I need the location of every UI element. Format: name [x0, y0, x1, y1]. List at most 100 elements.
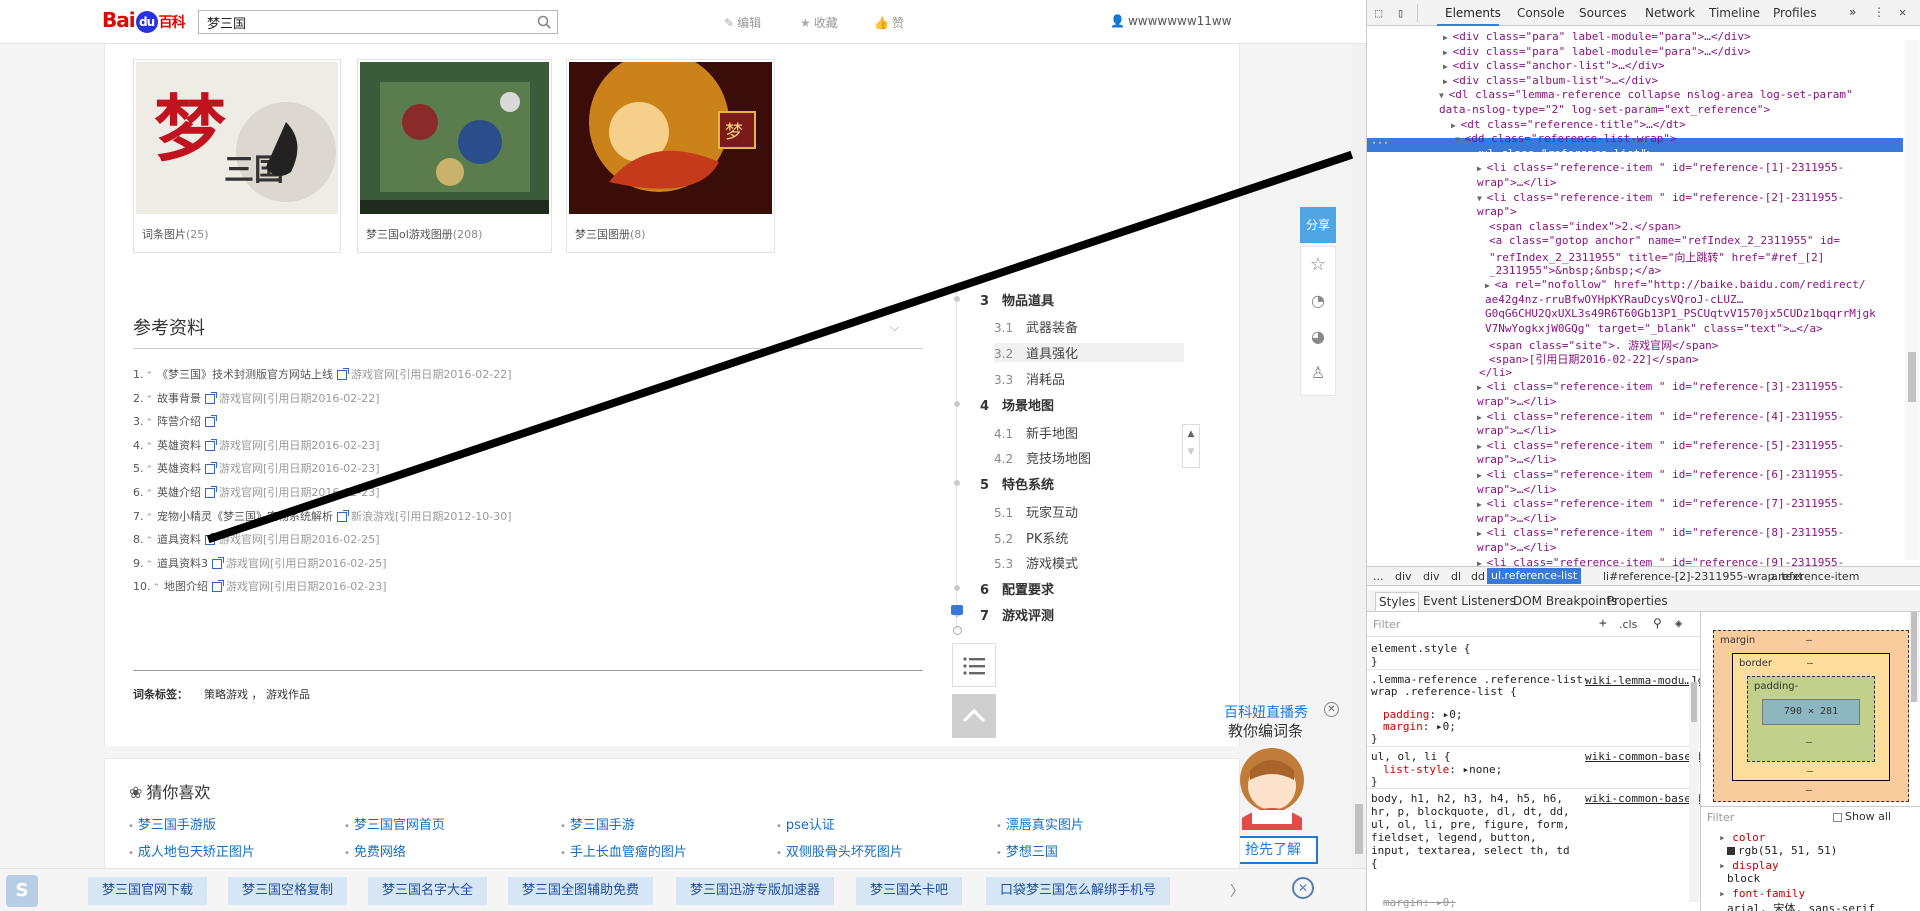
related-search-chip[interactable]: 梦三国官网下载 — [88, 877, 208, 905]
box-padding[interactable]: padding- 790 × 281 – — [1747, 676, 1875, 762]
toc-section[interactable]: 7 游戏评测 — [980, 605, 1054, 624]
devtools-tab[interactable]: Profiles — [1773, 6, 1817, 20]
external-link-icon[interactable] — [205, 391, 218, 404]
guess-link[interactable]: 双侧股骨头坏死图片 — [776, 841, 903, 860]
search-icon[interactable] — [537, 15, 551, 29]
expand-arrow-icon[interactable]: ▶ — [1477, 442, 1487, 451]
related-search-chip[interactable]: 口袋梦三国怎么解绑手机号 — [986, 877, 1171, 905]
toc-section[interactable]: 3 物品道具 — [980, 290, 1054, 309]
dom-node-line[interactable]: ▶ <li class="reference-item " id="refere… — [1477, 410, 1844, 423]
edit-button[interactable]: ✎ 编辑 — [724, 14, 761, 31]
dom-node-line[interactable]: _2311955">&nbsp;&nbsp;</a> — [1489, 264, 1661, 277]
computed-property[interactable]: ▸ color — [1719, 831, 1765, 844]
external-link-icon[interactable] — [337, 509, 350, 522]
kebab-menu-icon[interactable]: ⋮ — [1873, 5, 1885, 19]
reference-link[interactable]: 英雄资料 — [157, 439, 201, 452]
rule-source-link[interactable]: wiki-common-base_b4e62b7.css:1 — [1585, 792, 1700, 805]
collapse-arrow-icon[interactable]: ▼ — [1455, 135, 1465, 144]
search-input[interactable] — [199, 11, 519, 33]
wechat-icon[interactable]: ◕ — [1301, 319, 1335, 355]
external-link-icon[interactable] — [205, 462, 218, 475]
dom-node-line[interactable]: wrap">…</li> — [1477, 541, 1556, 554]
guess-link[interactable]: 梦三国官网首页 — [344, 814, 445, 833]
guess-link[interactable]: pse认证 — [776, 814, 835, 833]
dom-scrollbar[interactable] — [1905, 40, 1919, 560]
collapse-arrow-icon[interactable]: ▼ — [1477, 194, 1487, 203]
external-link-icon[interactable] — [205, 533, 218, 546]
show-all-checkbox[interactable]: Show all — [1833, 810, 1891, 823]
dom-node-line[interactable]: ▶ <li class="reference-item " id="refere… — [1477, 526, 1844, 539]
expand-arrow-icon[interactable]: ▶ — [1443, 77, 1453, 86]
dom-node-line[interactable]: <span class="site">. 游戏官网</span> — [1489, 337, 1718, 353]
rule-selector[interactable]: ul, ol, li { — [1371, 750, 1450, 763]
dom-node-line[interactable]: ▶ <div class="para" label-module="para">… — [1443, 45, 1751, 58]
goto-top-icon[interactable]: ⌃ — [153, 583, 161, 593]
styles-scrollbar-thumb[interactable] — [1691, 682, 1697, 722]
breadcrumb-item[interactable]: div — [1395, 570, 1412, 583]
box-border[interactable]: border – padding- 790 × 281 – – — [1732, 653, 1890, 781]
styles-filter[interactable]: Filter — [1373, 618, 1400, 631]
favorite-star-icon[interactable]: ☆ — [1301, 247, 1335, 283]
tags-values[interactable]: 策略游戏 ， 游戏作品 — [204, 688, 310, 701]
toc-subsection[interactable]: 4.1 新手地图 — [994, 423, 1078, 442]
reference-link[interactable]: 地图介绍 — [164, 580, 208, 593]
external-link-icon[interactable] — [212, 556, 225, 569]
breadcrumb-item[interactable]: a.text — [1771, 570, 1803, 583]
expand-arrow-icon[interactable]: ▶ — [1477, 471, 1487, 480]
external-link-icon[interactable] — [205, 438, 218, 451]
reference-link[interactable]: 道具资料 — [157, 533, 201, 546]
css-declaration[interactable]: margin: ▸0; — [1383, 896, 1456, 909]
goto-top-icon[interactable]: ⌃ — [146, 536, 154, 546]
user-menu[interactable]: 👤 wwwwwww11ww — [1110, 14, 1232, 28]
goto-top-icon[interactable]: ⌃ — [146, 418, 154, 428]
collapse-chevron-icon[interactable]: ⌵ — [890, 320, 899, 335]
rule-source-link[interactable]: wiki-common-base_b4e62b7.css:1 — [1585, 750, 1700, 763]
album-card[interactable]: 梦 三国 词条图片(25) — [133, 59, 341, 253]
breadcrumb-item[interactable]: ul.reference-list — [1487, 568, 1582, 584]
expand-arrow-icon[interactable]: ▶ — [1477, 164, 1487, 173]
dom-node-line[interactable]: <span class="index">2.</span> — [1489, 220, 1681, 233]
close-circle-icon[interactable]: ✕ — [1292, 877, 1314, 899]
share-button[interactable]: 分享 — [1300, 207, 1336, 243]
dom-node-line[interactable]: wrap"> — [1477, 205, 1517, 218]
toc-section[interactable]: 4 场景地图 — [980, 395, 1054, 414]
guess-link[interactable]: 梦想三国 — [996, 841, 1058, 860]
ellipsis-icon[interactable]: ··· — [1371, 138, 1389, 149]
styles-scrollbar[interactable] — [1689, 682, 1699, 902]
qq-icon[interactable]: ♙ — [1301, 355, 1335, 391]
goto-top-icon[interactable]: ⌃ — [146, 442, 154, 452]
expand-arrow-icon[interactable]: ▶ — [1477, 529, 1487, 538]
dom-node-line[interactable]: <span>[引用日期2016-02-22]</span> — [1489, 351, 1699, 367]
dom-node-line[interactable]: wrap">…</li> — [1477, 453, 1556, 466]
related-search-chip[interactable]: 梦三国迅游专版加速器 — [676, 877, 835, 905]
dom-node-line[interactable]: ▶ <div class="para" label-module="para">… — [1443, 30, 1751, 43]
learn-more-button[interactable]: 抢先了解 — [1228, 836, 1318, 864]
dom-node-line[interactable]: wrap">…</li> — [1477, 424, 1556, 437]
box-scrollbar[interactable] — [1909, 612, 1919, 702]
dom-node-line[interactable]: ▶ <li class="reference-item " id="refere… — [1477, 468, 1844, 481]
rule-source-link[interactable]: wiki-lemma-modu…1dc9f64.css:28 — [1585, 674, 1700, 687]
dom-node-line[interactable]: ▶ <li class="reference-item " id="refere… — [1477, 161, 1844, 174]
dom-node-line[interactable]: ▼ <li class="reference-item " id="refere… — [1477, 191, 1844, 204]
cls-button[interactable]: .cls — [1619, 618, 1637, 631]
computed-property[interactable]: ▸ font-family — [1719, 887, 1805, 900]
computed-filter[interactable]: Filter — [1707, 811, 1734, 824]
dom-node-line[interactable]: wrap">…</li> — [1477, 512, 1556, 525]
dom-node-line[interactable]: ae42g4nz-rruBfwOYHpKYRauDcysVQroJ-cLUZ… — [1485, 293, 1743, 306]
add-rule-icon[interactable]: + — [1599, 616, 1607, 631]
inspect-icon[interactable]: ⬚ — [1375, 6, 1382, 20]
dom-node-line[interactable]: ▶ <li class="reference-item " id="refere… — [1477, 380, 1844, 393]
more-tabs-button[interactable]: » — [1849, 5, 1856, 19]
toc-section[interactable]: 5 特色系统 — [980, 474, 1054, 493]
scroll-down-icon[interactable]: ▼ — [1183, 443, 1199, 461]
toc-subsection[interactable]: 3.2 道具强化 — [994, 343, 1184, 362]
dom-node-line[interactable]: G0qG6CHU2QxUXL3s49R6T60Gb13P1_PSCUqtvV15… — [1485, 307, 1876, 320]
toc-scroll-control[interactable]: ▲ ▼ — [1182, 424, 1200, 468]
dom-node-line[interactable]: data-nslog-type="2" log-set-param="ext_r… — [1439, 103, 1770, 116]
dom-node-line[interactable]: V7NwYogkxjW0GQg" target="_blank" class="… — [1485, 322, 1823, 335]
dom-node-line[interactable]: ▼ <dd class="reference-list-wrap"> — [1455, 132, 1677, 145]
devtools-tab[interactable]: Timeline — [1709, 6, 1760, 20]
devtools-tab[interactable]: Sources — [1579, 6, 1626, 20]
toc-section[interactable]: 6 配置要求 — [980, 579, 1054, 598]
dom-node-line[interactable]: wrap">…</li> — [1477, 483, 1556, 496]
